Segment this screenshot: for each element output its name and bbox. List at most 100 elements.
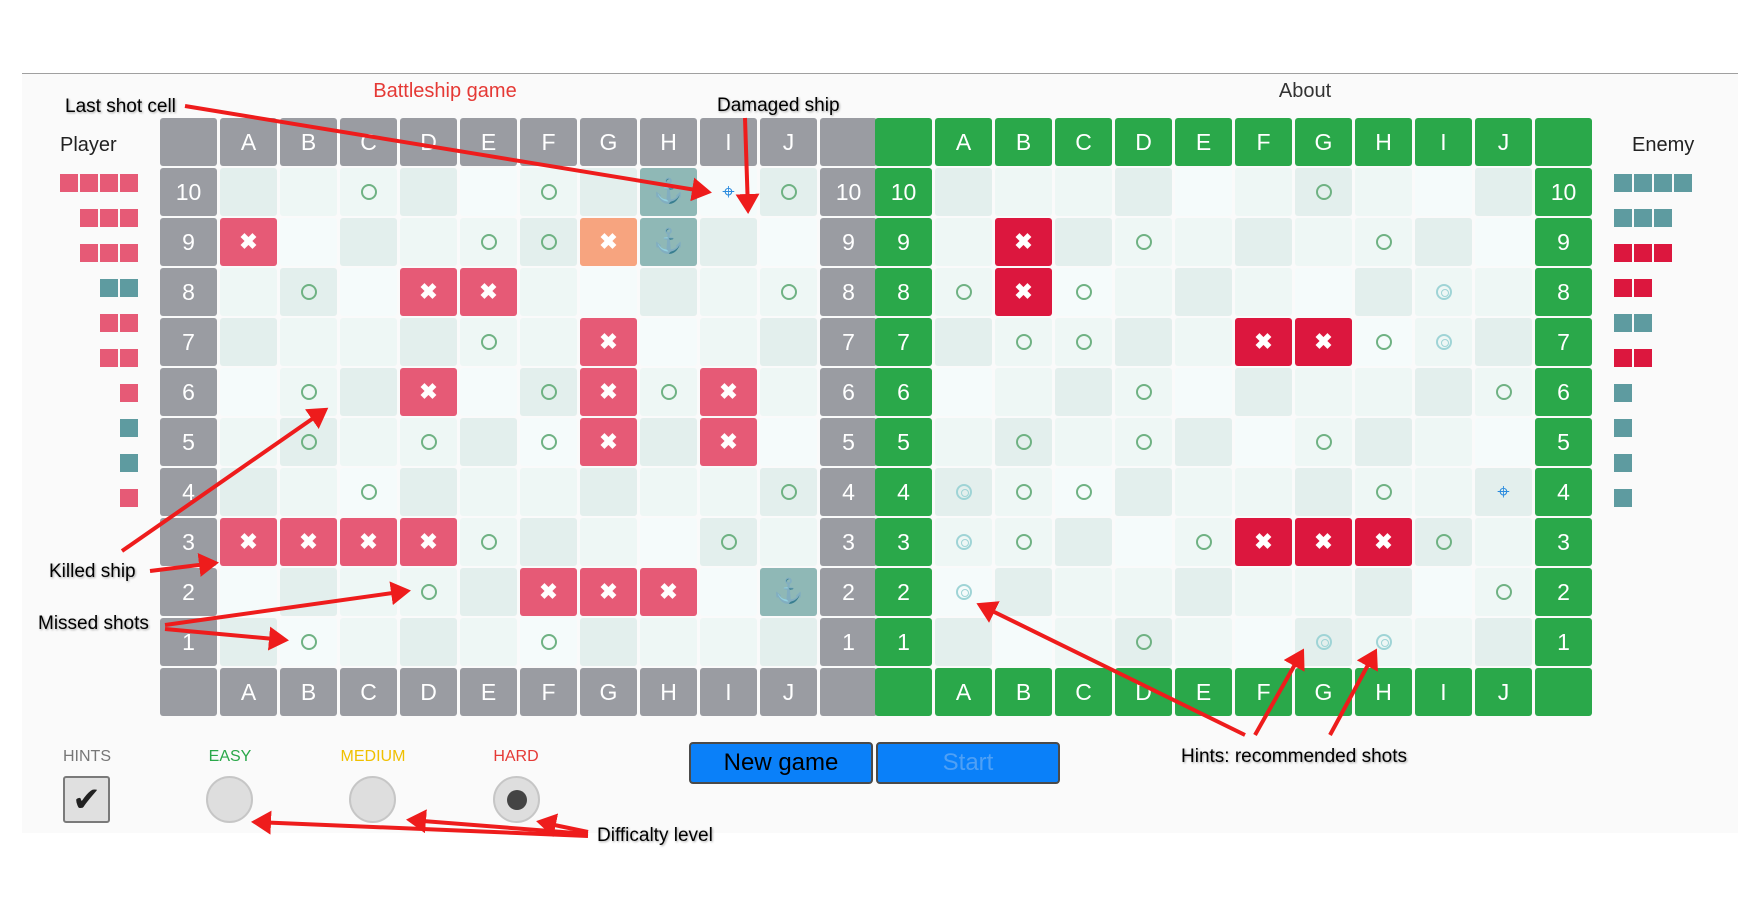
enemy-cell-I7[interactable] — [1415, 318, 1472, 366]
enemy-cell-F4[interactable] — [1235, 468, 1292, 516]
menu-battleship-game[interactable]: Battleship game — [360, 80, 530, 103]
enemy-cell-D4[interactable] — [1115, 468, 1172, 516]
enemy-cell-J9[interactable] — [1475, 218, 1532, 266]
enemy-cell-B1[interactable] — [995, 618, 1052, 666]
enemy-cell-F8[interactable] — [1235, 268, 1292, 316]
new-game-button[interactable]: New game — [689, 742, 873, 784]
enemy-cell-G1[interactable] — [1295, 618, 1352, 666]
enemy-cell-J3[interactable] — [1475, 518, 1532, 566]
enemy-cell-E3[interactable] — [1175, 518, 1232, 566]
enemy-cell-A1[interactable] — [935, 618, 992, 666]
enemy-cell-J6[interactable] — [1475, 368, 1532, 416]
enemy-cell-F6[interactable] — [1235, 368, 1292, 416]
enemy-cell-B6[interactable] — [995, 368, 1052, 416]
enemy-cell-H6[interactable] — [1355, 368, 1412, 416]
enemy-cell-C1[interactable] — [1055, 618, 1112, 666]
enemy-cell-I10[interactable] — [1415, 168, 1472, 216]
enemy-cell-B3[interactable] — [995, 518, 1052, 566]
enemy-cell-B8[interactable]: ✖ — [995, 268, 1052, 316]
enemy-cell-A6[interactable] — [935, 368, 992, 416]
enemy-cell-E1[interactable] — [1175, 618, 1232, 666]
enemy-cell-I9[interactable] — [1415, 218, 1472, 266]
easy-radio[interactable] — [206, 776, 253, 823]
enemy-cell-F2[interactable] — [1235, 568, 1292, 616]
enemy-cell-F3[interactable]: ✖ — [1235, 518, 1292, 566]
enemy-cell-D5[interactable] — [1115, 418, 1172, 466]
enemy-cell-B9[interactable]: ✖ — [995, 218, 1052, 266]
enemy-cell-G3[interactable]: ✖ — [1295, 518, 1352, 566]
enemy-cell-J8[interactable] — [1475, 268, 1532, 316]
enemy-cell-G7[interactable]: ✖ — [1295, 318, 1352, 366]
enemy-cell-C6[interactable] — [1055, 368, 1112, 416]
enemy-cell-C9[interactable] — [1055, 218, 1112, 266]
enemy-cell-J1[interactable] — [1475, 618, 1532, 666]
enemy-cell-H1[interactable] — [1355, 618, 1412, 666]
enemy-cell-G10[interactable] — [1295, 168, 1352, 216]
enemy-cell-D1[interactable] — [1115, 618, 1172, 666]
enemy-cell-H2[interactable] — [1355, 568, 1412, 616]
enemy-cell-B4[interactable] — [995, 468, 1052, 516]
enemy-cell-A2[interactable] — [935, 568, 992, 616]
enemy-cell-D9[interactable] — [1115, 218, 1172, 266]
enemy-cell-B10[interactable] — [995, 168, 1052, 216]
enemy-cell-C2[interactable] — [1055, 568, 1112, 616]
enemy-cell-C7[interactable] — [1055, 318, 1112, 366]
enemy-cell-I3[interactable] — [1415, 518, 1472, 566]
enemy-cell-A5[interactable] — [935, 418, 992, 466]
enemy-cell-H7[interactable] — [1355, 318, 1412, 366]
enemy-cell-G2[interactable] — [1295, 568, 1352, 616]
enemy-cell-A7[interactable] — [935, 318, 992, 366]
enemy-cell-E5[interactable] — [1175, 418, 1232, 466]
enemy-cell-H4[interactable] — [1355, 468, 1412, 516]
enemy-cell-G5[interactable] — [1295, 418, 1352, 466]
enemy-cell-I6[interactable] — [1415, 368, 1472, 416]
enemy-cell-J7[interactable] — [1475, 318, 1532, 366]
enemy-cell-E6[interactable] — [1175, 368, 1232, 416]
enemy-cell-J10[interactable] — [1475, 168, 1532, 216]
enemy-cell-H8[interactable] — [1355, 268, 1412, 316]
enemy-cell-D6[interactable] — [1115, 368, 1172, 416]
enemy-cell-I4[interactable] — [1415, 468, 1472, 516]
enemy-cell-E9[interactable] — [1175, 218, 1232, 266]
enemy-cell-D2[interactable] — [1115, 568, 1172, 616]
enemy-cell-H5[interactable] — [1355, 418, 1412, 466]
enemy-cell-C5[interactable] — [1055, 418, 1112, 466]
enemy-cell-C4[interactable] — [1055, 468, 1112, 516]
enemy-cell-E2[interactable] — [1175, 568, 1232, 616]
enemy-cell-A3[interactable] — [935, 518, 992, 566]
enemy-cell-D8[interactable] — [1115, 268, 1172, 316]
enemy-cell-B7[interactable] — [995, 318, 1052, 366]
medium-radio[interactable] — [349, 776, 396, 823]
enemy-cell-F10[interactable] — [1235, 168, 1292, 216]
enemy-cell-E7[interactable] — [1175, 318, 1232, 366]
enemy-cell-G8[interactable] — [1295, 268, 1352, 316]
enemy-cell-C8[interactable] — [1055, 268, 1112, 316]
enemy-cell-F5[interactable] — [1235, 418, 1292, 466]
enemy-cell-H9[interactable] — [1355, 218, 1412, 266]
enemy-cell-F9[interactable] — [1235, 218, 1292, 266]
enemy-cell-B2[interactable] — [995, 568, 1052, 616]
enemy-cell-F7[interactable]: ✖ — [1235, 318, 1292, 366]
hard-radio[interactable] — [493, 776, 540, 823]
enemy-cell-I2[interactable] — [1415, 568, 1472, 616]
enemy-cell-A10[interactable] — [935, 168, 992, 216]
enemy-cell-G4[interactable] — [1295, 468, 1352, 516]
enemy-cell-E10[interactable] — [1175, 168, 1232, 216]
enemy-cell-J2[interactable] — [1475, 568, 1532, 616]
enemy-cell-G9[interactable] — [1295, 218, 1352, 266]
enemy-cell-D3[interactable] — [1115, 518, 1172, 566]
enemy-cell-I8[interactable] — [1415, 268, 1472, 316]
enemy-cell-B5[interactable] — [995, 418, 1052, 466]
enemy-cell-E8[interactable] — [1175, 268, 1232, 316]
enemy-cell-I5[interactable] — [1415, 418, 1472, 466]
enemy-cell-J4[interactable]: ⌖ — [1475, 468, 1532, 516]
menu-about[interactable]: About — [1255, 80, 1355, 103]
enemy-cell-F1[interactable] — [1235, 618, 1292, 666]
enemy-cell-E4[interactable] — [1175, 468, 1232, 516]
start-button[interactable]: Start — [876, 742, 1060, 784]
enemy-cell-J5[interactable] — [1475, 418, 1532, 466]
enemy-cell-A9[interactable] — [935, 218, 992, 266]
enemy-cell-C10[interactable] — [1055, 168, 1112, 216]
enemy-cell-I1[interactable] — [1415, 618, 1472, 666]
enemy-cell-A8[interactable] — [935, 268, 992, 316]
